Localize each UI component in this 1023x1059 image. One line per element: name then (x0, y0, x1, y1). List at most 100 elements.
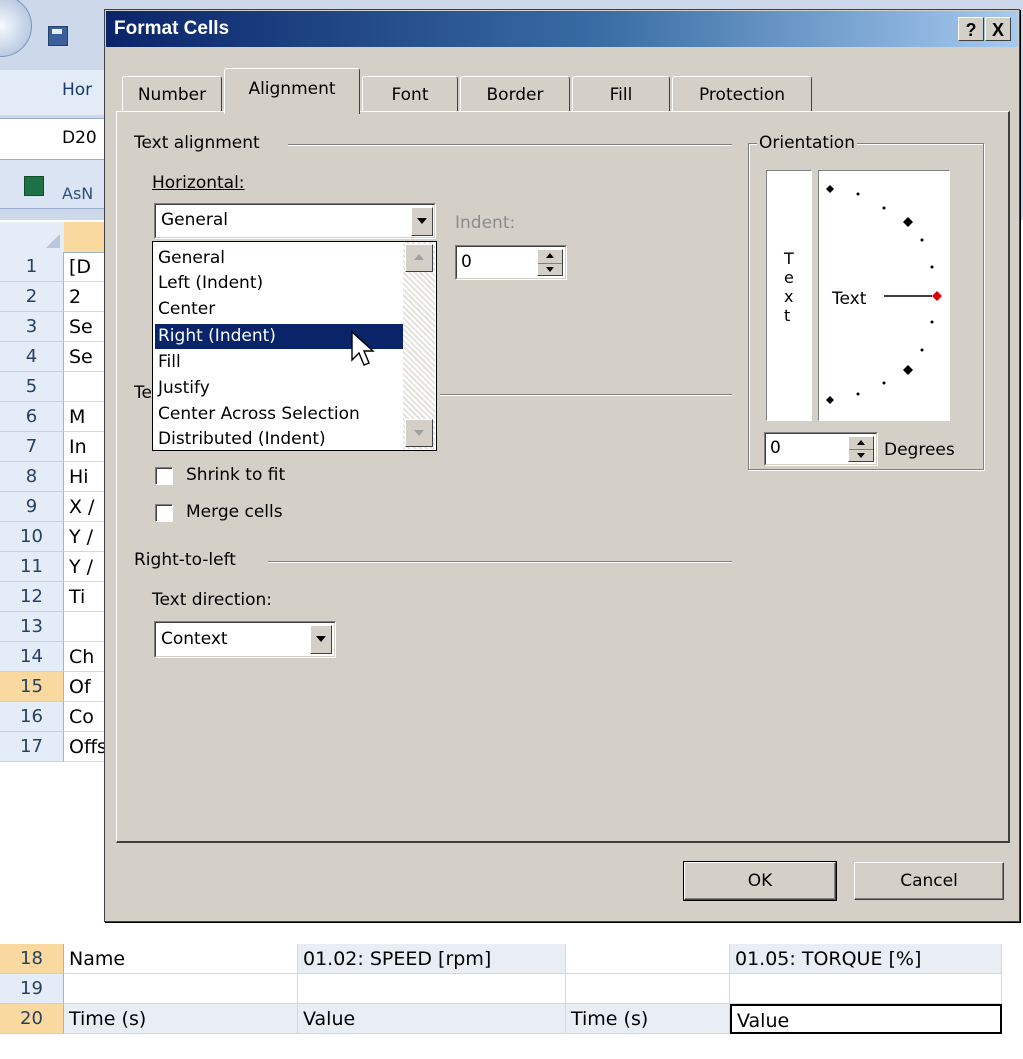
option-center-across-selection[interactable]: Center Across Selection (155, 402, 407, 427)
diamond-marker (826, 396, 834, 404)
select-all-corner[interactable] (0, 222, 65, 253)
merge-cells-checkbox[interactable] (155, 504, 173, 522)
right-to-left-group-label: Right-to-left (134, 550, 236, 570)
row-header-14[interactable]: 14 (0, 642, 64, 672)
diamond-marker (903, 217, 913, 227)
text-direction-label: Text direction: (152, 590, 273, 610)
vertical-text-char: T (784, 249, 794, 268)
merge-cells-label: Merge cells (186, 502, 283, 522)
ok-button[interactable]: OK (683, 861, 837, 901)
row-header-16[interactable]: 16 (0, 702, 64, 732)
row-header-5[interactable]: 5 (0, 372, 64, 402)
row-header-8[interactable]: 8 (0, 462, 64, 492)
row-header-13[interactable]: 13 (0, 612, 64, 642)
diamond-marker (826, 185, 834, 193)
text-alignment-group-label: Text alignment (134, 133, 260, 153)
cell-c19[interactable] (566, 974, 730, 1004)
row-header-11[interactable]: 11 (0, 552, 64, 582)
tab-protection[interactable]: Protection (672, 76, 812, 112)
shrink-to-fit-checkbox[interactable] (155, 467, 173, 485)
tab-font[interactable]: Font (362, 76, 458, 112)
option-justify[interactable]: Justify (155, 376, 407, 401)
row-header-3[interactable]: 3 (0, 312, 64, 342)
cell-c18[interactable] (566, 944, 730, 974)
indent-label: Indent: (455, 213, 516, 233)
dialog-title: Format Cells (114, 18, 230, 39)
ribbon-tab-home[interactable]: Hor (62, 80, 92, 100)
diamond-marker (903, 365, 913, 375)
row-header-10[interactable]: 10 (0, 522, 64, 552)
cell-c20[interactable]: Time (s) (566, 1004, 730, 1034)
text-direction-value: Context (161, 629, 228, 649)
tab-border[interactable]: Border (460, 76, 570, 112)
scroll-up-arrow-icon[interactable] (405, 244, 433, 272)
text-direction-combobox[interactable]: Context (154, 621, 336, 658)
tab-number[interactable]: Number (122, 76, 222, 112)
degrees-spinner[interactable] (848, 436, 874, 462)
option-left-indent[interactable]: Left (Indent) (155, 271, 407, 296)
row-header-4[interactable]: 4 (0, 342, 64, 372)
option-general[interactable]: General (155, 246, 407, 271)
separator (268, 561, 732, 563)
option-center[interactable]: Center (155, 297, 407, 322)
orientation-label: Orientation (757, 133, 857, 153)
row-header-2[interactable]: 2 (0, 282, 64, 312)
orientation-dial-text: Text (832, 289, 867, 309)
row-header-1[interactable]: 1 (0, 252, 64, 282)
workbook-titlebar (0, 160, 120, 209)
degrees-value: 0 (770, 438, 781, 458)
help-button[interactable]: ? (958, 17, 984, 41)
close-button[interactable]: X (985, 17, 1011, 41)
mouse-cursor-icon (351, 330, 375, 366)
row-header-9[interactable]: 9 (0, 492, 64, 522)
scroll-down-arrow-icon[interactable] (405, 419, 433, 447)
row-header-19[interactable]: 19 (0, 974, 64, 1004)
degrees-label: Degrees (884, 440, 955, 460)
row-header-7[interactable]: 7 (0, 432, 64, 462)
option-distributed-indent[interactable]: Distributed (Indent) (155, 427, 407, 452)
separator (440, 394, 732, 396)
cell-d19[interactable] (730, 974, 1002, 1004)
degrees-input[interactable]: 0 (764, 432, 878, 466)
excel-workbook-icon (24, 176, 44, 196)
row-header-18[interactable]: 18 (0, 944, 64, 974)
cell-b19[interactable] (298, 974, 566, 1004)
cell-a20[interactable]: Time (s) (64, 1004, 298, 1034)
indent-input[interactable]: 0 (455, 245, 567, 280)
horizontal-label: Horizontal: (152, 173, 245, 193)
formula-bar (0, 118, 120, 160)
save-icon[interactable] (48, 26, 68, 46)
horizontal-combobox[interactable]: General (154, 203, 436, 239)
ribbon (0, 70, 120, 115)
separator (288, 144, 732, 146)
chevron-down-icon[interactable] (310, 625, 332, 654)
name-box[interactable]: D20 (62, 128, 97, 148)
horizontal-value: General (161, 210, 228, 230)
indent-value: 0 (461, 252, 472, 272)
vertical-text-char: e (784, 268, 794, 287)
vertical-text-char: t (784, 306, 791, 325)
text-control-label: Te (134, 383, 152, 403)
current-angle-marker (932, 291, 942, 301)
dialog-titlebar[interactable] (106, 11, 1018, 47)
row-header-17[interactable]: 17 (0, 732, 64, 762)
chevron-down-icon[interactable] (411, 207, 433, 236)
cell-d20-active[interactable]: Value (730, 1004, 1002, 1034)
indent-spinner[interactable] (537, 249, 563, 276)
cell-a19[interactable] (64, 974, 298, 1004)
cell-a18[interactable]: Name (64, 944, 298, 974)
row-header-15[interactable]: 15 (0, 672, 64, 702)
dropdown-scrollbar[interactable] (403, 242, 435, 449)
cell-b20[interactable]: Value (298, 1004, 566, 1034)
row-header-20[interactable]: 20 (0, 1004, 64, 1034)
tab-alignment[interactable]: Alignment (224, 68, 360, 114)
tab-fill[interactable]: Fill (572, 76, 670, 112)
cell-b18[interactable]: 01.02: SPEED [rpm] (298, 944, 566, 974)
row-header-6[interactable]: 6 (0, 402, 64, 432)
cancel-button[interactable]: Cancel (854, 862, 1004, 900)
workbook-name: AsN (62, 184, 94, 203)
row-header-12[interactable]: 12 (0, 582, 64, 612)
horizontal-dropdown-list[interactable]: General Left (Indent) Center Right (Inde… (152, 241, 437, 451)
shrink-to-fit-label: Shrink to fit (186, 465, 286, 485)
cell-d18[interactable]: 01.05: TORQUE [%] (730, 944, 1002, 974)
